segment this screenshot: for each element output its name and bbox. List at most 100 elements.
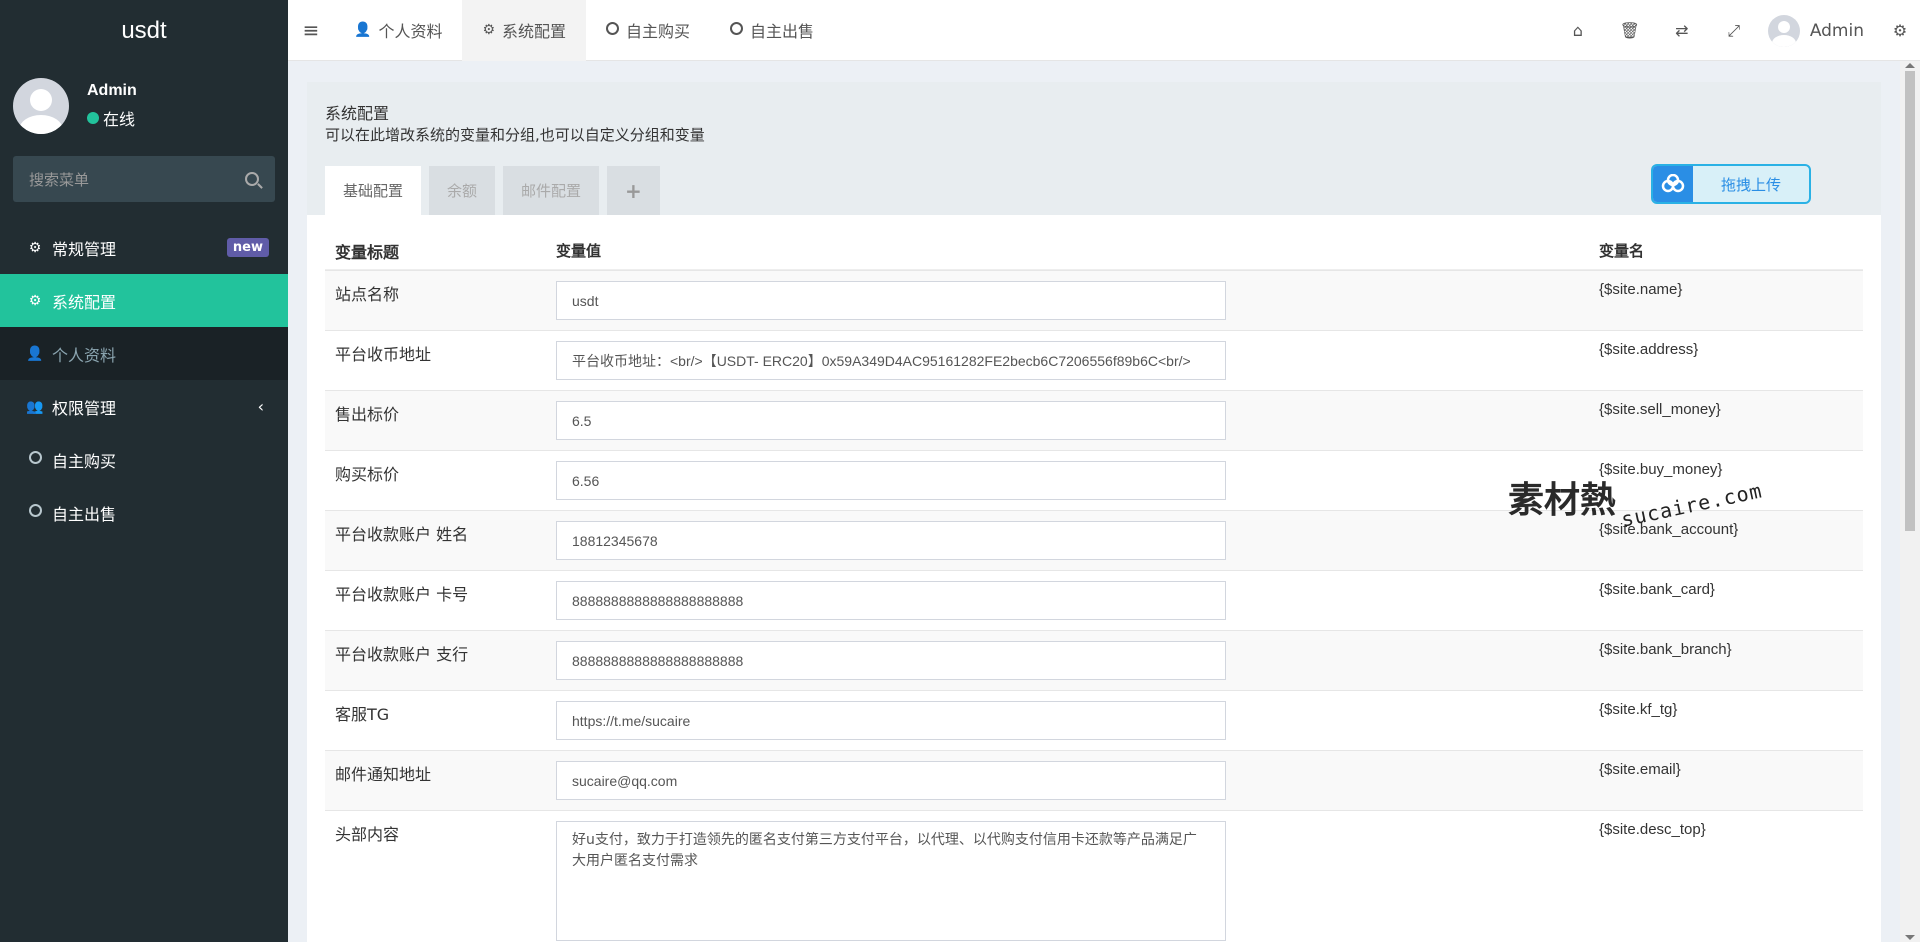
table-header: 变量标题 变量值 变量名 bbox=[325, 232, 1863, 270]
row-variable-name: {$site.desc_top} bbox=[1599, 821, 1706, 838]
tab-balance[interactable]: 余额 bbox=[429, 166, 496, 215]
col-header-value: 变量值 bbox=[556, 242, 602, 260]
row-variable-name: {$site.kf_tg} bbox=[1599, 701, 1678, 718]
sidebar-item-system-config[interactable]: ⚙ 系统配置 bbox=[0, 274, 288, 327]
settings-icon[interactable]: ⚙ bbox=[1880, 0, 1920, 61]
value-input[interactable]: 18812345678 bbox=[556, 521, 1226, 560]
row-title: 邮件通知地址 bbox=[335, 765, 432, 784]
trash-icon[interactable]: 🗑 bbox=[1604, 0, 1656, 61]
row-title: 平台收款账户 支行 bbox=[335, 645, 469, 664]
tab-self-buy[interactable]: 自主购买 bbox=[586, 0, 710, 61]
row-variable-name: {$site.buy_money} bbox=[1599, 461, 1723, 478]
row-title: 购买标价 bbox=[335, 465, 400, 484]
tab-profile[interactable]: 👤 个人资料 bbox=[334, 0, 462, 61]
sidebar-item-self-buy[interactable]: 自主购买 bbox=[0, 433, 288, 486]
drag-upload-button[interactable]: 拖拽上传 bbox=[1651, 164, 1811, 204]
table-row: 头部内容 好u支付，致力于打造领先的匿名支付第三方支付平台，以代理、以代购支付信用… bbox=[325, 810, 1863, 942]
scroll-down-arrow-icon[interactable] bbox=[1905, 935, 1915, 940]
value-input[interactable]: usdt bbox=[556, 281, 1226, 320]
table-row: 平台收款账户 支行 8888888888888888888888 {$site.ba… bbox=[325, 630, 1863, 690]
menu-search-input[interactable]: 搜索菜单 bbox=[13, 156, 275, 202]
circle-icon bbox=[730, 21, 744, 39]
add-group-button[interactable]: + bbox=[607, 166, 660, 215]
sidebar-menu: ⚙ 常规管理 new ⚙ 系统配置 👤 个人资料 👥 权限管理 ‹ 自主购买 自… bbox=[0, 221, 288, 539]
row-variable-name: {$site.bank_branch} bbox=[1599, 641, 1732, 658]
fullscreen-icon[interactable]: ⤢ bbox=[1708, 0, 1760, 61]
row-value-cell: 好u支付，致力于打造领先的匿名支付第三方支付平台，以代理、以代购支付信用卡还款等… bbox=[556, 811, 1599, 942]
content-area: 系统配置 可以在此增改系统的变量和分组,也可以自定义分组和变量 基础配置 余额 … bbox=[288, 61, 1900, 942]
table-row: 邮件通知地址 sucaire@qq.com {$site.email} bbox=[325, 750, 1863, 810]
cloud-upload-icon bbox=[1653, 166, 1693, 202]
sidebar-item-label: 个人资料 bbox=[52, 345, 117, 365]
nav-user-menu[interactable]: Admin bbox=[1760, 14, 1880, 47]
translate-icon[interactable]: ⇄ bbox=[1656, 0, 1708, 61]
user-status: 在线 bbox=[87, 106, 137, 130]
page-scrollbar[interactable] bbox=[1900, 61, 1920, 942]
top-navbar: ≡ 👤 个人资料 ⚙ 系统配置 自主购买 自主出售 ⌂ 🗑 ⇄ ⤢ Admin … bbox=[288, 0, 1920, 61]
table-row: 购买标价 6.56 {$site.buy_money} bbox=[325, 450, 1863, 510]
page-description: 可以在此增改系统的变量和分组,也可以自定义分组和变量 bbox=[325, 126, 705, 144]
group-icon: 👥 bbox=[26, 398, 44, 415]
row-value-cell: 6.56 bbox=[556, 451, 1599, 510]
menu-toggle-icon[interactable]: ≡ bbox=[288, 0, 334, 61]
config-panel: 系统配置 可以在此增改系统的变量和分组,也可以自定义分组和变量 基础配置 余额 … bbox=[307, 82, 1881, 942]
table-row: 站点名称 usdt {$site.name} bbox=[325, 270, 1863, 330]
page-title: 系统配置 bbox=[325, 104, 390, 123]
row-variable-name: {$site.address} bbox=[1599, 341, 1699, 358]
upload-label: 拖拽上传 bbox=[1720, 175, 1781, 194]
value-input[interactable]: https://t.me/sucaire bbox=[556, 701, 1226, 740]
nav-user-name: Admin bbox=[1809, 20, 1864, 41]
row-title: 头部内容 bbox=[335, 825, 400, 844]
user-name: Admin bbox=[87, 82, 137, 99]
search-icon[interactable] bbox=[245, 172, 259, 186]
online-dot-icon bbox=[87, 112, 99, 124]
tab-self-sell[interactable]: 自主出售 bbox=[710, 0, 834, 61]
tab-label: 自主购买 bbox=[626, 22, 691, 41]
row-value-cell: 18812345678 bbox=[556, 511, 1599, 570]
scrollbar-thumb[interactable] bbox=[1905, 71, 1915, 531]
tab-label: 系统配置 bbox=[502, 22, 567, 41]
sidebar-item-label: 权限管理 bbox=[52, 398, 117, 418]
sidebar-item-profile[interactable]: 👤 个人资料 bbox=[0, 327, 288, 380]
sidebar-item-general[interactable]: ⚙ 常规管理 new bbox=[0, 221, 288, 274]
sidebar: usdt Admin 在线 搜索菜单 ⚙ 常规管理 new ⚙ 系统配置 👤 个… bbox=[0, 0, 288, 942]
gear-icon: ⚙ bbox=[482, 22, 496, 38]
row-variable-name: {$site.email} bbox=[1599, 761, 1681, 778]
tab-basic-config[interactable]: 基础配置 bbox=[325, 166, 422, 215]
row-value-cell: 8888888888888888888888 bbox=[556, 571, 1599, 630]
new-badge: new bbox=[226, 238, 269, 257]
col-header-title: 变量标题 bbox=[335, 242, 400, 262]
app-logo[interactable]: usdt bbox=[0, 0, 288, 61]
row-value-cell: https://t.me/sucaire bbox=[556, 691, 1599, 750]
value-input[interactable]: sucaire@qq.com bbox=[556, 761, 1226, 800]
row-variable-name: {$site.sell_money} bbox=[1599, 401, 1721, 418]
tab-system-config[interactable]: ⚙ 系统配置 bbox=[462, 0, 587, 61]
sidebar-item-label: 系统配置 bbox=[52, 292, 117, 312]
user-status-label: 在线 bbox=[103, 110, 136, 129]
tab-mail-config[interactable]: 邮件配置 bbox=[503, 166, 600, 215]
sidebar-item-permissions[interactable]: 👥 权限管理 ‹ bbox=[0, 380, 288, 433]
value-input[interactable]: 8888888888888888888888 bbox=[556, 641, 1226, 680]
sidebar-item-label: 常规管理 bbox=[52, 239, 117, 259]
scroll-up-arrow-icon[interactable] bbox=[1905, 63, 1915, 68]
row-title: 客服TG bbox=[335, 705, 390, 724]
table-row: 平台收款账户 卡号 8888888888888888888888 {$site.ba… bbox=[325, 570, 1863, 630]
sidebar-item-self-sell[interactable]: 自主出售 bbox=[0, 486, 288, 539]
value-input[interactable]: 6.5 bbox=[556, 401, 1226, 440]
value-input[interactable]: 8888888888888888888888 bbox=[556, 581, 1226, 620]
col-header-name: 变量名 bbox=[1599, 242, 1645, 260]
config-table: 变量标题 变量值 变量名 站点名称 usdt {$site.name} 平台收币地址平… bbox=[325, 232, 1863, 942]
row-title: 平台收款账户 姓名 bbox=[335, 525, 469, 544]
value-input[interactable]: 平台收币地址：<br/>【USDT- ERC20】0x59A349D4AC951… bbox=[556, 341, 1226, 380]
value-input[interactable]: 6.56 bbox=[556, 461, 1226, 500]
avatar bbox=[13, 78, 69, 134]
row-value-cell: 平台收币地址：<br/>【USDT- ERC20】0x59A349D4AC951… bbox=[556, 331, 1599, 390]
circle-icon bbox=[26, 451, 44, 468]
circle-icon bbox=[26, 504, 44, 521]
cogs-icon: ⚙ bbox=[28, 239, 42, 256]
table-row: 平台收币地址 平台收币地址：<br/>【USDT- ERC20】0x59A349D… bbox=[325, 330, 1863, 390]
value-textarea[interactable]: 好u支付，致力于打造领先的匿名支付第三方支付平台，以代理、以代购支付信用卡还款等… bbox=[556, 821, 1226, 941]
home-icon[interactable]: ⌂ bbox=[1552, 0, 1604, 61]
tab-label: 个人资料 bbox=[378, 22, 443, 41]
user-icon: 👤 bbox=[26, 345, 44, 362]
